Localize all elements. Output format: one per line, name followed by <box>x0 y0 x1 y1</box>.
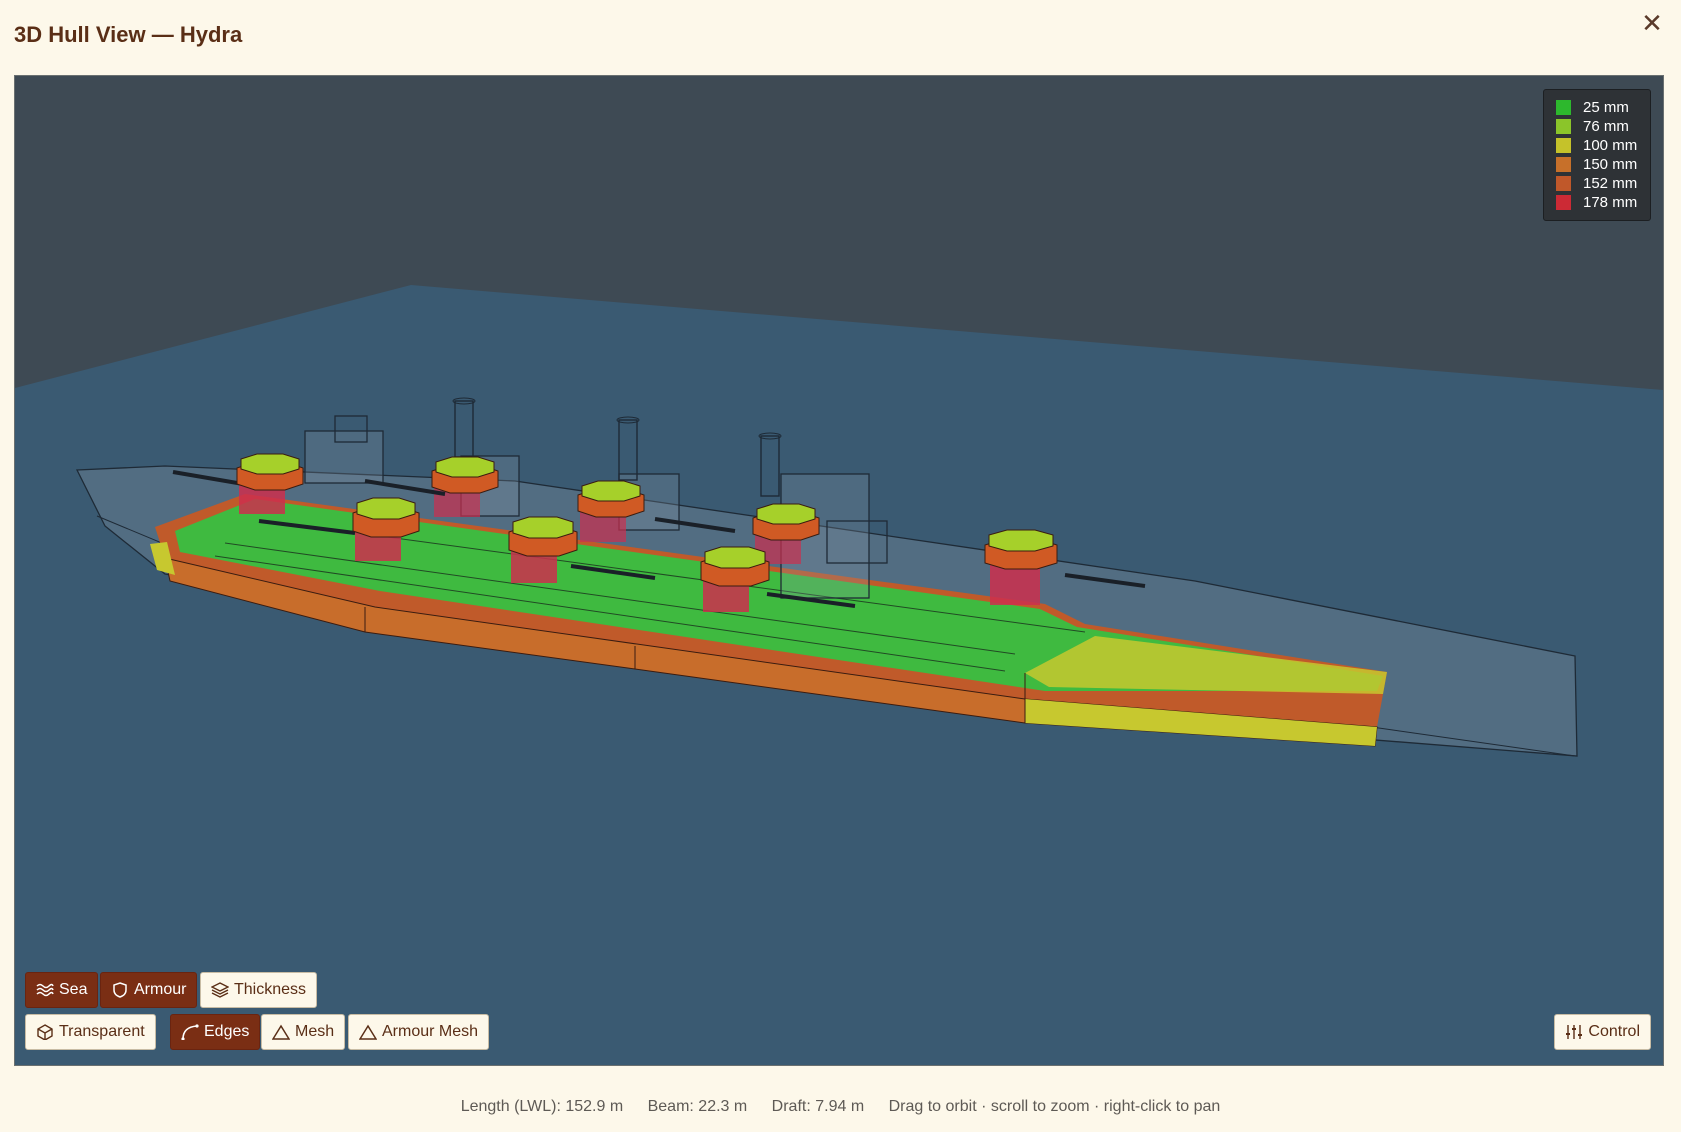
control-button[interactable]: Control <box>1554 1014 1651 1050</box>
sliders-icon <box>1566 1025 1583 1039</box>
legend-label: 178 mm <box>1583 194 1638 211</box>
transparent-toggle-button[interactable]: Transparent <box>25 1014 156 1050</box>
legend-item: 76 mm <box>1556 117 1642 136</box>
thickness-legend: 25 mm 76 mm 100 mm 150 mm 152 mm 178 mm <box>1543 89 1651 221</box>
triangle-icon <box>359 1024 377 1040</box>
hull-3d-scene[interactable] <box>15 76 1663 1065</box>
legend-label: 150 mm <box>1583 156 1638 173</box>
sea-toggle-label: Sea <box>59 981 88 998</box>
mesh-toggle-button[interactable]: Mesh <box>261 1014 346 1050</box>
legend-item: 178 mm <box>1556 193 1642 212</box>
legend-swatch <box>1556 176 1571 191</box>
layers-icon <box>211 982 229 998</box>
transparent-toggle-label: Transparent <box>59 1023 145 1040</box>
legend-item: 25 mm <box>1556 98 1642 117</box>
close-button[interactable]: ✕ <box>1637 8 1667 38</box>
shield-icon <box>113 982 127 998</box>
mesh-toggle-label: Mesh <box>295 1023 335 1040</box>
hull-3d-viewport[interactable]: 25 mm 76 mm 100 mm 150 mm 152 mm 178 mm Sea A… <box>14 75 1664 1066</box>
sea-toggle-button[interactable]: Sea <box>25 972 99 1008</box>
thickness-toggle-button[interactable]: Thickness <box>200 972 318 1008</box>
legend-label: 152 mm <box>1583 175 1638 192</box>
close-icon: ✕ <box>1641 8 1663 38</box>
edges-toggle-label: Edges <box>204 1023 250 1040</box>
beam-readout: Beam: 22.3 m <box>647 1098 748 1115</box>
status-footer: Length (LWL): 152.9 m Beam: 22.3 m Draft… <box>0 1098 1681 1116</box>
window-title: 3D Hull View — Hydra <box>14 22 243 47</box>
cube-icon <box>37 1024 53 1040</box>
legend-swatch <box>1556 138 1571 153</box>
thickness-toggle-label: Thickness <box>234 981 307 998</box>
armour-mesh-toggle-button[interactable]: Armour Mesh <box>348 1014 490 1050</box>
legend-label: 25 mm <box>1583 99 1629 116</box>
legend-swatch <box>1556 100 1571 115</box>
control-label: Control <box>1588 1023 1640 1040</box>
curve-icon <box>181 1024 199 1040</box>
edges-toggle-button[interactable]: Edges <box>170 1014 261 1050</box>
legend-swatch <box>1556 157 1571 172</box>
legend-item: 100 mm <box>1556 136 1642 155</box>
legend-item: 152 mm <box>1556 174 1642 193</box>
armour-toggle-button[interactable]: Armour <box>100 972 198 1008</box>
legend-label: 76 mm <box>1583 118 1629 135</box>
armour-mesh-toggle-label: Armour Mesh <box>382 1023 479 1040</box>
triangle-icon <box>272 1024 290 1040</box>
waves-icon <box>36 983 54 997</box>
legend-swatch <box>1556 195 1571 210</box>
legend-swatch <box>1556 119 1571 134</box>
length-readout: Length (LWL): 152.9 m <box>460 1098 624 1115</box>
armour-toggle-label: Armour <box>134 981 187 998</box>
legend-label: 100 mm <box>1583 137 1638 154</box>
navigation-hint: Drag to orbit · scroll to zoom · right-c… <box>888 1098 1221 1115</box>
legend-item: 150 mm <box>1556 155 1642 174</box>
draft-readout: Draft: 7.94 m <box>771 1098 865 1115</box>
